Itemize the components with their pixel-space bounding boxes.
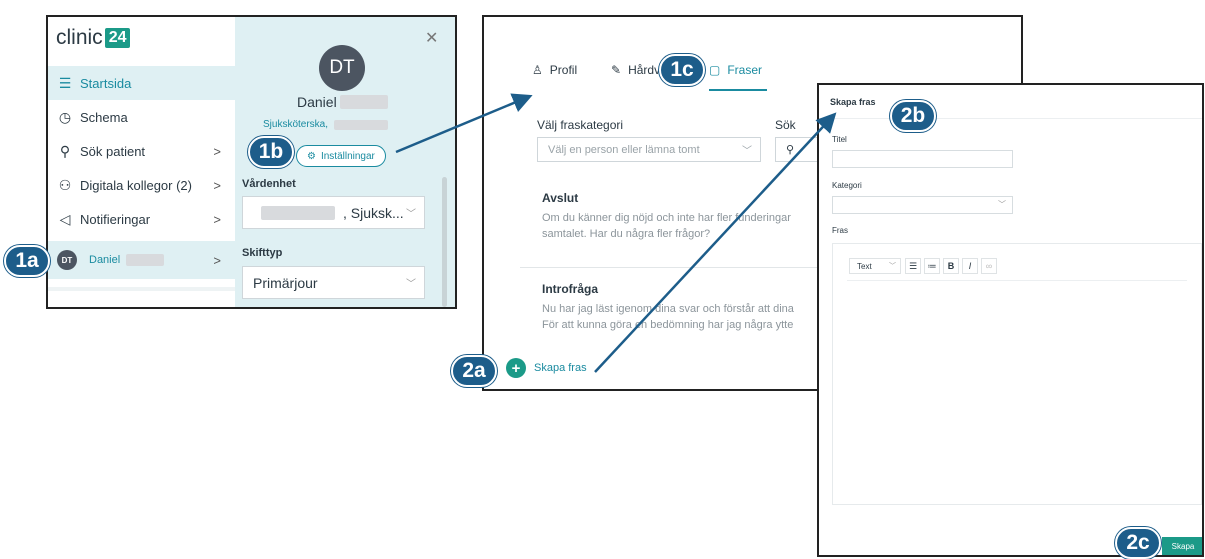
document-icon: ▢ [709, 63, 721, 77]
chevron-down-icon: ﹀ [406, 209, 416, 220]
phrase-preview[interactable]: Om du känner dig nöjd och inte har fler … [542, 210, 832, 242]
plus-icon: + [506, 358, 526, 378]
list-icon: ☰ [58, 74, 72, 91]
settings-button[interactable]: ⚙ Inställningar [296, 145, 386, 167]
create-button[interactable]: Skapa [1162, 537, 1202, 555]
divider [847, 280, 1187, 281]
chevron-down-icon: ﹀ [742, 146, 752, 157]
italic-button[interactable]: I [962, 258, 978, 274]
step-marker-1c: 1c [659, 54, 705, 86]
dialog-title: Skapa fras [830, 97, 876, 107]
sidebar-item-user[interactable]: DT Daniel > [48, 241, 235, 279]
create-phrase-dialog: Skapa fras Titel Kategori ﹀ Fras Text ﹀ … [817, 83, 1204, 557]
shift-select[interactable]: Primärjour ﹀ [242, 266, 425, 299]
title-input[interactable] [832, 150, 1013, 168]
avatar: DT [57, 250, 77, 270]
sidebar-item-notifieringar[interactable]: ◁ Notifieringar > [48, 202, 235, 236]
tab-hardvara[interactable]: ✎ Hårdv [611, 63, 660, 77]
sidebar-item-schema[interactable]: ◷ Schema [48, 100, 235, 134]
chevron-right-icon: > [213, 177, 221, 193]
chevron-down-icon: ﹀ [889, 263, 896, 270]
shift-label: Skifttyp [242, 247, 283, 259]
editor-toolbar: Text ﹀ ☰ ≔ B I ∞ [849, 258, 1000, 274]
person-icon: ♙ [532, 63, 543, 77]
tab-profil[interactable]: ♙ Profil [532, 63, 577, 77]
redacted-text [334, 119, 389, 130]
bold-button[interactable]: B [943, 258, 959, 274]
pencil-icon: ✎ [611, 63, 622, 77]
step-marker-2b: 2b [890, 100, 936, 132]
gear-icon: ⚙ [307, 150, 316, 162]
category-label: Kategori [832, 181, 862, 190]
chevron-down-icon: ﹀ [406, 279, 416, 290]
unit-label: Vårdenhet [242, 178, 296, 190]
scrollbar[interactable] [442, 177, 447, 307]
unit-select[interactable]: , Sjuksk... ﹀ [242, 196, 425, 229]
sidebar-item-startsida[interactable]: ☰ Startsida [48, 66, 235, 100]
chevron-down-icon: ﹀ [998, 200, 1006, 209]
link-icon[interactable]: ∞ [981, 258, 997, 274]
redacted-text [126, 254, 165, 266]
divider [819, 118, 1202, 119]
close-icon[interactable]: ✕ [425, 28, 438, 48]
user-name: Daniel [89, 254, 121, 266]
chevron-right-icon: > [213, 143, 221, 159]
people-icon: ⚇ [58, 176, 72, 193]
tab-fraser[interactable]: ▢ Fraser [709, 63, 762, 77]
chevron-right-icon: > [213, 252, 221, 268]
format-select[interactable]: Text ﹀ [849, 258, 901, 274]
chevron-right-icon: > [213, 211, 221, 227]
step-marker-1a: 1a [4, 245, 50, 277]
active-tab-indicator [709, 89, 767, 91]
search-icon: ⚲ [59, 142, 71, 159]
title-label: Titel [832, 135, 847, 144]
numbered-list-icon[interactable]: ≔ [924, 258, 940, 274]
sidebar-item-digitala-kollegor[interactable]: ⚇ Digitala kollegor (2) > [48, 168, 235, 202]
search-label: Sök [775, 118, 796, 132]
redacted-text [339, 95, 388, 109]
step-marker-2a: 2a [451, 355, 497, 387]
sidebar: clinic 24 ☰ Startsida ◷ Schema ⚲ Sök pati… [48, 17, 235, 307]
phrase-title: Introfråga [542, 282, 599, 296]
search-icon: ⚲ [786, 144, 795, 156]
step-marker-2c: 2c [1115, 527, 1161, 559]
phrase-label: Fras [832, 226, 848, 235]
phrase-title: Avslut [542, 191, 579, 205]
sidebar-item-sok-patient[interactable]: ⚲ Sök patient > [48, 134, 235, 168]
redacted-text [261, 205, 335, 220]
step-marker-1b: 1b [248, 136, 294, 168]
clock-icon: ◷ [58, 108, 72, 125]
category-select[interactable]: ﹀ [832, 196, 1013, 214]
category-label: Välj fraskategori [537, 118, 624, 132]
category-select[interactable]: Välj en person eller lämna tomt ﹀ [537, 137, 761, 162]
profile-avatar: DT [319, 45, 365, 91]
create-phrase-link[interactable]: + Skapa fras [506, 358, 587, 378]
divider [48, 287, 235, 291]
profile-role: Sjuksköterska, [263, 119, 389, 130]
phrase-preview[interactable]: Nu har jag läst igenom dina svar och för… [542, 301, 832, 333]
clinic24-logo[interactable]: clinic 24 [56, 26, 131, 50]
profile-name: Daniel [297, 94, 388, 110]
bullet-list-icon[interactable]: ☰ [905, 258, 921, 274]
megaphone-icon: ◁ [59, 210, 71, 227]
phrase-editor[interactable]: Text ﹀ ☰ ≔ B I ∞ [832, 243, 1202, 505]
